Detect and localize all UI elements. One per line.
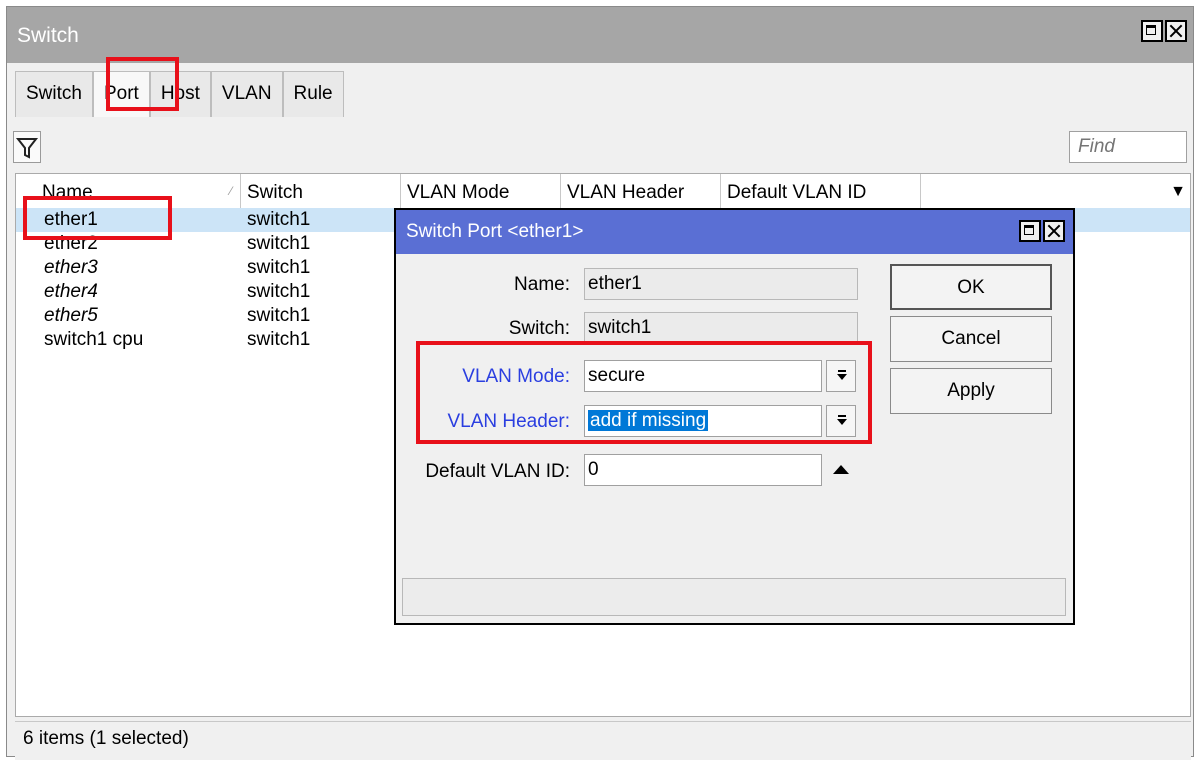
- dialog-title: Switch Port <ether1>: [406, 221, 584, 242]
- row-switch: switch1: [247, 281, 311, 302]
- row-name: ether4: [44, 281, 98, 302]
- filter-icon[interactable]: [13, 131, 41, 163]
- dialog-close-icon[interactable]: [1043, 220, 1065, 242]
- find-input[interactable]: [1069, 131, 1187, 163]
- switch-field: switch1: [584, 312, 858, 344]
- window-title: Switch: [17, 24, 79, 47]
- collapse-arrow-icon[interactable]: [833, 465, 849, 474]
- cancel-button[interactable]: Cancel: [890, 316, 1052, 362]
- row-switch: switch1: [247, 329, 311, 350]
- status-bar: 6 items (1 selected): [15, 721, 1191, 760]
- row-name: ether1: [44, 209, 98, 230]
- row-switch: switch1: [247, 209, 311, 230]
- tab-host[interactable]: Host: [149, 71, 211, 117]
- apply-button[interactable]: Apply: [890, 368, 1052, 414]
- ok-button[interactable]: OK: [890, 264, 1052, 310]
- name-label: Name:: [514, 274, 570, 295]
- vlan-header-dropdown-icon[interactable]: [826, 405, 856, 437]
- maximize-icon[interactable]: [1141, 20, 1163, 42]
- name-field: ether1: [584, 268, 858, 300]
- dialog-maximize-icon[interactable]: [1019, 220, 1041, 242]
- default-vlan-id-label: Default VLAN ID:: [425, 461, 570, 482]
- tab-rule[interactable]: Rule: [282, 71, 344, 117]
- row-name: ether5: [44, 305, 98, 326]
- switch-port-dialog: Switch Port <ether1> Name: ether1 Switch…: [394, 208, 1075, 625]
- status-text: 6 items (1 selected): [23, 728, 189, 749]
- table-header: Name ⁄ Switch VLAN Mode VLAN Header Defa…: [16, 174, 1190, 209]
- tab-bar: Switch Port Host VLAN Rule: [15, 71, 344, 117]
- row-name: switch1 cpu: [44, 329, 144, 350]
- close-icon[interactable]: [1165, 20, 1187, 42]
- vlan-header-label: VLAN Header:: [447, 411, 570, 432]
- vlan-mode-select[interactable]: secure: [584, 360, 822, 392]
- tab-port[interactable]: Port: [92, 71, 150, 117]
- toolbar: [7, 119, 1193, 171]
- dialog-titlebar[interactable]: Switch Port <ether1>: [396, 210, 1073, 254]
- switch-label: Switch:: [508, 318, 570, 339]
- vlan-mode-dropdown-icon[interactable]: [826, 360, 856, 392]
- vlan-mode-label: VLAN Mode:: [462, 366, 570, 387]
- row-switch: switch1: [247, 233, 311, 254]
- column-name[interactable]: Name ⁄: [16, 174, 241, 208]
- column-vlan-mode[interactable]: VLAN Mode: [401, 174, 561, 208]
- column-menu-icon[interactable]: ▼: [1170, 174, 1186, 210]
- default-vlan-id-field[interactable]: 0: [584, 454, 822, 486]
- tab-switch[interactable]: Switch: [15, 71, 93, 117]
- row-switch: switch1: [247, 305, 311, 326]
- vlan-header-select[interactable]: add if missing: [584, 405, 822, 437]
- column-name-label: Name: [42, 182, 93, 203]
- vlan-header-value: add if missing: [588, 410, 709, 431]
- row-switch: switch1: [247, 257, 311, 278]
- window-titlebar[interactable]: Switch: [7, 7, 1193, 63]
- dialog-status-bar: [402, 578, 1066, 616]
- column-switch[interactable]: Switch: [241, 174, 401, 208]
- sort-icon: ⁄: [229, 184, 232, 198]
- column-default-vlan-id[interactable]: Default VLAN ID: [721, 174, 921, 208]
- row-name: ether2: [44, 233, 98, 254]
- row-name: ether3: [44, 257, 98, 278]
- column-vlan-header[interactable]: VLAN Header: [561, 174, 721, 208]
- tab-vlan[interactable]: VLAN: [210, 71, 283, 117]
